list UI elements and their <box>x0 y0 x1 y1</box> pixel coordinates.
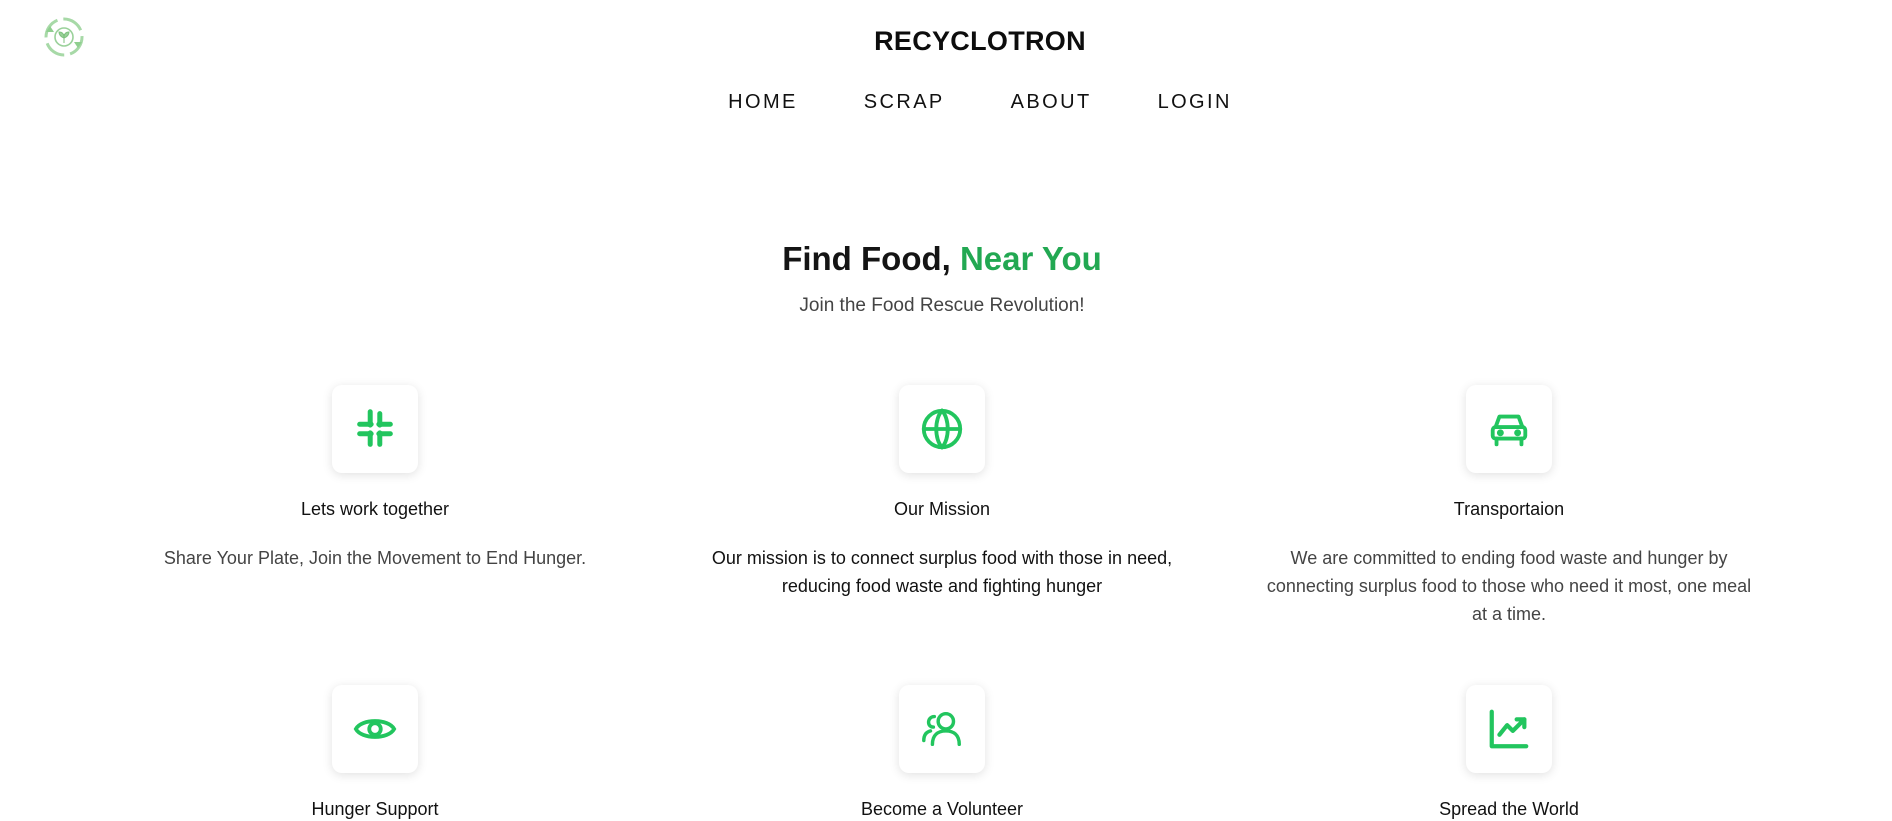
feature-card: Hunger Support <box>115 685 635 820</box>
feature-icon-box <box>1466 685 1552 773</box>
feature-icon-box <box>332 385 418 473</box>
feature-title: Become a Volunteer <box>860 799 1024 819</box>
globe-icon <box>921 408 963 450</box>
feature-icon-box <box>899 385 985 473</box>
feature-text: Share Your Plate, Join the Movement to E… <box>163 548 587 568</box>
feature-icon-box <box>332 685 418 773</box>
nav-home-link[interactable]: HOME <box>728 91 798 114</box>
brand-title: RECYCLOTRON <box>874 26 1086 56</box>
feature-title: Lets work together <box>300 499 450 519</box>
feature-card: Our Mission Our mission is to connect su… <box>682 385 1202 600</box>
feature-card: Transportaion We are committed to ending… <box>1249 385 1769 628</box>
hero-title: Find Food, Near You <box>0 240 1884 278</box>
car-icon <box>1490 414 1528 447</box>
feature-title: Our Mission <box>893 499 991 519</box>
nav-login-link[interactable]: LOGIN <box>1158 91 1232 114</box>
nav-scrap-link[interactable]: SCRAP <box>864 91 945 114</box>
slack-icon <box>357 409 393 447</box>
main-nav: HOME SCRAP ABOUT LOGIN <box>0 91 1892 114</box>
users-icon <box>922 711 961 747</box>
hero-title-accent: Near You <box>959 240 1102 277</box>
hero-title-main: Find Food, <box>782 240 951 277</box>
eye-icon <box>353 719 397 739</box>
feature-card: Lets work together Share Your Plate, Joi… <box>115 385 635 572</box>
chart-line-icon <box>1489 709 1529 749</box>
feature-title: Hunger Support <box>311 799 439 819</box>
feature-card: Become a Volunteer <box>682 685 1202 820</box>
feature-icon-box <box>1466 385 1552 473</box>
nav-about-link[interactable]: ABOUT <box>1011 91 1092 114</box>
feature-text: Our mission is to connect surplus food w… <box>711 548 1173 596</box>
feature-title: Spread the World <box>1439 799 1579 819</box>
feature-title: Transportaion <box>1453 499 1565 519</box>
hero-subtitle: Join the Food Rescue Revolution! <box>799 295 1085 316</box>
feature-card: Spread the World <box>1249 685 1769 820</box>
feature-text: We are committed to ending food waste an… <box>1266 548 1752 624</box>
feature-icon-box <box>899 685 985 773</box>
